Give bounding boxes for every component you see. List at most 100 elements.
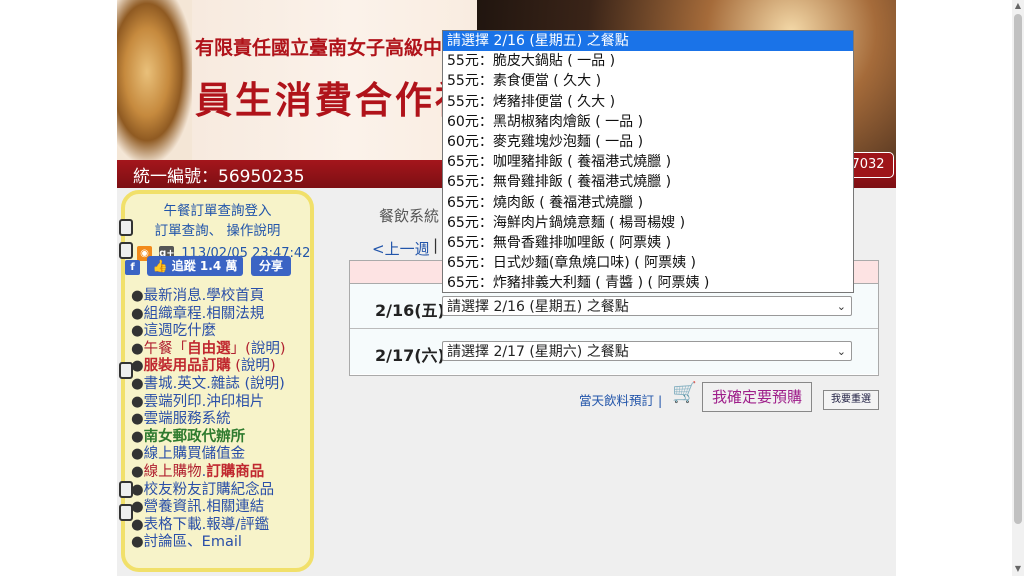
menu-item-text: ) [279, 375, 285, 392]
scroll-up-icon[interactable]: ▲ [1014, 1, 1022, 10]
sidebar-menu-item[interactable]: ●營養資訊.相關連結 [131, 499, 309, 517]
menu-item-text: 書城 [143, 375, 173, 392]
drink-preorder-link[interactable]: 當天飲料預訂 | [579, 390, 662, 409]
meal-option[interactable]: 65元：海鮮肉片鍋燒意麵 ( 楊哥楊嫂 ) [443, 213, 853, 233]
bullet-icon: ● [131, 499, 144, 516]
fb-follow-button[interactable]: 👍 追蹤 1.4 萬 [147, 256, 243, 276]
bullet-icon: ● [131, 516, 144, 533]
menu-item-text: 學校首頁 [206, 288, 265, 304]
sidebar-menu-item[interactable]: ●服裝用品訂購 (說明) [131, 358, 309, 376]
meal-select-2-16[interactable]: 請選擇 2/16 (星期五) 之餐點 ⌄ [442, 296, 852, 316]
meal-select-2-17[interactable]: 請選擇 2/17 (星期六) 之餐點 ⌄ [442, 341, 852, 361]
menu-item-text: 服裝用品訂購 [143, 358, 231, 375]
page-title: 餐飲系統 [379, 207, 440, 225]
select-value: 請選擇 2/17 (星期六) 之餐點 [447, 344, 629, 360]
sidebar-menu-item[interactable]: ●線上購買儲值金 [131, 446, 309, 464]
menu-item-text: 自由選 [187, 340, 231, 357]
bullet-icon: ● [131, 393, 144, 410]
sidebar-menu-item[interactable]: ●南女郵政代辦所 [131, 429, 309, 447]
tax-id: 統一編號：56950235 [133, 167, 305, 187]
menu-item-text: 報導/評鑑 [206, 516, 270, 533]
meal-option[interactable]: 65元：無骨雞排飯 ( 養福港式燒臘 ) [443, 172, 853, 192]
facebook-icon[interactable]: f [125, 260, 140, 275]
menu-item-text: 討論區 [143, 534, 188, 551]
sidebar-menu-item[interactable]: ●線上購物.訂購商品 [131, 464, 309, 482]
bullet-icon: ● [131, 463, 144, 480]
table-row: 2/17(六) 請選擇 2/17 (星期六) 之餐點 ⌄ [350, 329, 878, 374]
menu-item-text: 最新消息 [143, 288, 202, 304]
sidebar-menu-item[interactable]: ●午餐「自由選」(說明) [131, 341, 309, 359]
menu-item-text: 訂購商品 [206, 463, 265, 480]
meal-option[interactable]: 60元：麥克雞塊炒泡麵 ( 一品 ) [443, 132, 853, 152]
bullet-icon: ● [131, 340, 144, 357]
row-date: 2/16(五) [375, 301, 445, 320]
menu-item-text: 午餐「 [143, 340, 188, 357]
meal-option[interactable]: 55元：素食便當 ( 久大 ) [443, 71, 853, 91]
menu-item-text: 、 [187, 534, 202, 551]
help-link[interactable]: 訂單查詢、 操作說明 [125, 219, 310, 239]
meal-option[interactable]: 65元：燒肉飯 ( 養福港式燒臘 ) [443, 193, 853, 213]
menu-item-text: 英文 [177, 375, 207, 392]
menu-item-text: 南女郵政代辦所 [143, 428, 246, 445]
sidebar-menu: ●最新消息.學校首頁 ●組織章程.相關法規 ●這週吃什麼 ●午餐「自由選」(說明) ●服… [131, 288, 309, 552]
menu-item-text: 營養資訊 [143, 499, 202, 516]
sidebar-menu-item[interactable]: ●雲端服務系統 [131, 411, 309, 429]
menu-item-text: Email [201, 534, 242, 551]
menu-item-text: 說明 [240, 358, 270, 375]
fb-share-button[interactable]: 分享 [251, 256, 291, 276]
menu-item-text: 這週吃什麼 [143, 323, 217, 340]
bullet-icon: ● [131, 375, 144, 392]
menu-item-text: 表格下載 [143, 516, 202, 533]
meal-option[interactable]: 請選擇 2/16 (星期五) 之餐點 [443, 31, 853, 52]
meal-option[interactable]: 65元：炸豬排義大利麵 ( 青醬 ) ( 阿票姨 ) [443, 273, 853, 293]
sidebar-menu-item[interactable]: ●最新消息.學校首頁 [131, 288, 309, 306]
bullet-icon: ● [131, 534, 144, 551]
food-image [117, 0, 192, 160]
coop-title: 員生消費合作社 [195, 79, 475, 122]
menu-item-text: 」( [230, 340, 251, 357]
chevron-down-icon: ⌄ [836, 300, 846, 313]
menu-item-text: 說明 [250, 340, 280, 357]
scrollbar-thumb[interactable] [1014, 14, 1022, 524]
binder-ring [119, 242, 133, 259]
meal-dropdown-list[interactable]: 請選擇 2/16 (星期五) 之餐點 55元：脆皮大鍋貼 ( 一品 ) 55元：素食… [442, 30, 854, 293]
meal-option[interactable]: 55元：脆皮大鍋貼 ( 一品 ) [443, 51, 853, 71]
row-date: 2/17(六) [375, 346, 445, 365]
bullet-icon: ● [131, 411, 144, 428]
chevron-down-icon: ⌄ [836, 345, 846, 358]
sidebar: 午餐訂單查詢登入 訂單查詢、 操作說明 ◉ g+ 113/02/05 23:47… [119, 190, 314, 572]
sidebar-menu-item[interactable]: ●雲端列印.沖印相片 [131, 394, 309, 412]
menu-item-text: 線上購買儲值金 [143, 446, 246, 463]
bullet-icon: ● [131, 288, 144, 304]
menu-item-text: 線上購物 [143, 463, 202, 480]
meal-option[interactable]: 65元：無骨香雞排咖哩飯 ( 阿票姨 ) [443, 233, 853, 253]
login-link[interactable]: 午餐訂單查詢登入 [125, 199, 310, 219]
menu-item-text: 沖印相片 [206, 393, 265, 410]
scroll-down-icon[interactable]: ▼ [1014, 564, 1022, 573]
school-title: 有限責任國立臺南女子高級中 [195, 37, 443, 59]
reset-button[interactable]: 我要重選 [823, 390, 879, 410]
menu-item-text: 相關法規 [206, 305, 265, 322]
separator: | [658, 393, 663, 408]
sidebar-menu-item[interactable]: ●討論區、Email [131, 534, 309, 552]
meal-option[interactable]: 65元：日式炒麵(章魚燒口味) ( 阿票姨 ) [443, 253, 853, 273]
menu-item-text: 雲端服務系統 [143, 411, 231, 428]
meal-option[interactable]: 60元：黑胡椒豬肉燴飯 ( 一品 ) [443, 112, 853, 132]
menu-item-text: 校友粉友訂購紀念品 [143, 481, 275, 498]
sidebar-menu-item[interactable]: ●表格下載.報導/評鑑 [131, 517, 309, 535]
bullet-icon: ● [131, 358, 144, 375]
prev-week-link[interactable]: <上一週 [372, 238, 430, 259]
sidebar-menu-item[interactable]: ●組織章程.相關法規 [131, 306, 309, 324]
sidebar-menu-item[interactable]: ●這週吃什麼 [131, 323, 309, 341]
meal-option[interactable]: 65元：咖哩豬排飯 ( 養福港式燒臘 ) [443, 152, 853, 172]
confirm-order-button[interactable]: 我確定要預購 [702, 382, 812, 412]
meal-option[interactable]: 55元：烤豬排便當 ( 久大 ) [443, 92, 853, 112]
menu-item-text: ) [279, 340, 286, 357]
sidebar-menu-item[interactable]: ●書城.英文.雜誌 (說明) [131, 376, 309, 394]
menu-item-text: 組織章程 [143, 305, 202, 322]
page-scrollbar[interactable]: ▲ ▼ [1012, 0, 1024, 576]
sidebar-menu-item[interactable]: ●校友粉友訂購紀念品 [131, 482, 309, 500]
menu-item-text: ( [230, 358, 241, 375]
select-value: 請選擇 2/16 (星期五) 之餐點 [447, 299, 629, 315]
menu-item-text: ) [269, 358, 276, 375]
